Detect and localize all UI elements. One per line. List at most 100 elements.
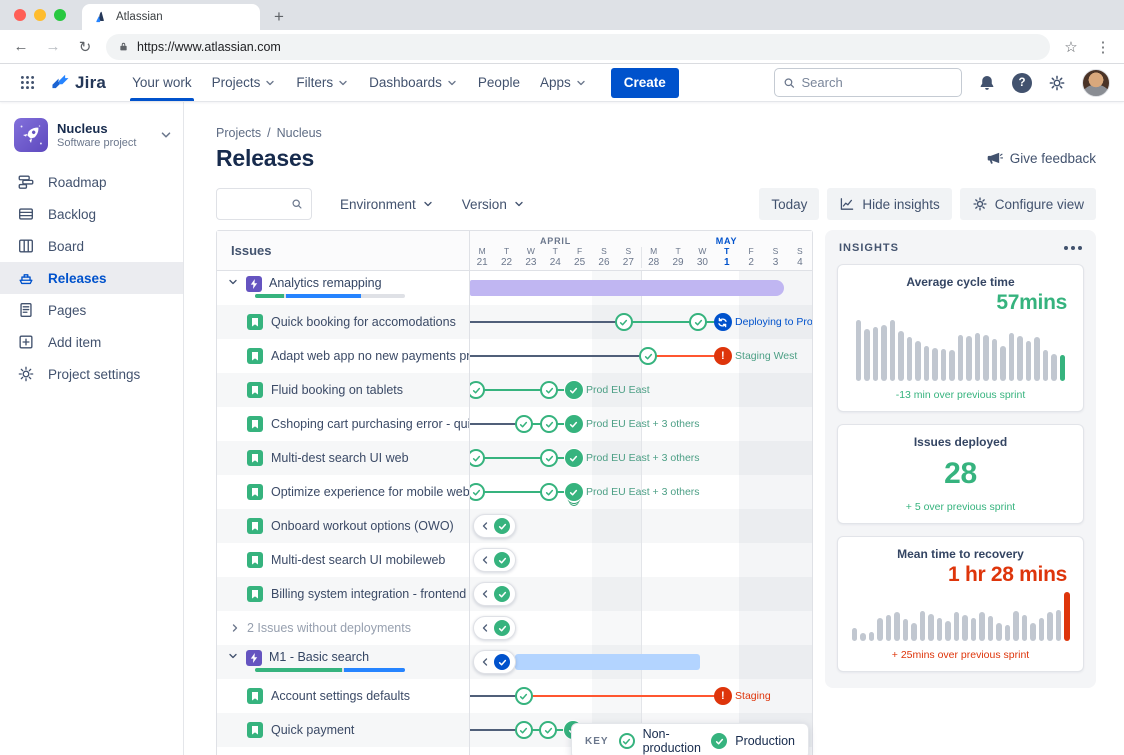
nav-item-people[interactable]: People — [468, 64, 530, 101]
collapsed-deployments-pill[interactable] — [473, 582, 516, 606]
issue-cell[interactable]: 2 Issues without deployments — [217, 611, 469, 645]
configure-view-button[interactable]: Configure view — [960, 188, 1096, 220]
deployment-marker-deploy[interactable] — [714, 313, 732, 331]
window-zoom-button[interactable] — [54, 9, 66, 21]
sidebar-item-roadmap[interactable]: Roadmap — [0, 166, 183, 198]
deployment-marker-alert[interactable]: ! — [714, 687, 732, 705]
deployment-marker-outline[interactable] — [540, 415, 558, 433]
jira-logo[interactable]: Jira — [50, 72, 106, 93]
create-button[interactable]: Create — [611, 68, 679, 98]
timeline-bar[interactable] — [515, 654, 699, 670]
sidebar-item-backlog[interactable]: Backlog — [0, 198, 183, 230]
sidebar-item-board[interactable]: Board — [0, 230, 183, 262]
new-tab-button[interactable]: + — [266, 4, 292, 30]
app-switcher-icon[interactable] — [14, 70, 40, 96]
deployment-marker-filled[interactable] — [565, 415, 583, 433]
nav-item-your-work[interactable]: Your work — [122, 64, 202, 101]
issue-cell[interactable]: Adapt web app no new payments provi — [217, 339, 469, 373]
deployment-marker-outline[interactable] — [539, 721, 557, 739]
deployment-marker-outline[interactable] — [469, 449, 485, 467]
window-close-button[interactable] — [14, 9, 26, 21]
sidebar-item-add-item[interactable]: Add item — [0, 326, 183, 358]
issue-cell[interactable]: Quick payment — [217, 713, 469, 747]
address-bar[interactable]: https://www.atlassian.com — [106, 34, 1050, 60]
breadcrumb-projects[interactable]: Projects — [216, 126, 261, 140]
deployment-marker-filled[interactable] — [565, 381, 583, 399]
breadcrumb-nucleus[interactable]: Nucleus — [277, 126, 322, 140]
issue-row: Cshoping cart purchasing error - quickPr… — [217, 407, 812, 441]
project-header[interactable]: Nucleus Software project — [0, 114, 183, 166]
issue-cell[interactable]: Quick booking for accomodations — [217, 305, 469, 339]
deployment-marker-outline[interactable] — [540, 449, 558, 467]
help-icon[interactable]: ? — [1012, 73, 1032, 93]
window-controls — [14, 0, 66, 30]
hide-insights-button[interactable]: Hide insights — [827, 188, 951, 220]
collapsed-deployments-pill[interactable] — [473, 650, 516, 674]
insight-bar — [949, 350, 955, 381]
issue-cell[interactable]: Billing system integration - frontend — [217, 577, 469, 611]
nav-item-apps[interactable]: Apps — [530, 64, 597, 101]
collapsed-deployments-pill[interactable] — [473, 548, 516, 572]
chevron-down-icon[interactable] — [227, 650, 239, 662]
browser-tab[interactable]: Atlassian — [82, 4, 260, 30]
global-search[interactable] — [774, 68, 962, 97]
day-number: 4 — [788, 257, 812, 269]
deployment-marker-alert[interactable]: ! — [714, 347, 732, 365]
filter-search-input[interactable] — [216, 188, 312, 220]
collapsed-deployments-pill[interactable] — [473, 514, 516, 538]
collapsed-deployments-pill[interactable] — [473, 616, 516, 640]
url-text: https://www.atlassian.com — [137, 40, 281, 54]
user-avatar[interactable] — [1082, 69, 1110, 97]
insights-menu-icon[interactable] — [1064, 246, 1082, 250]
filter-search-field[interactable] — [225, 197, 291, 212]
issue-cell[interactable]: Fast trip search — [217, 747, 469, 755]
issue-cell[interactable]: Account settings defaults — [217, 679, 469, 713]
settings-gear-icon[interactable] — [1048, 74, 1066, 92]
issue-cell[interactable]: Analytics remapping — [217, 271, 469, 305]
issue-cell[interactable]: Optimize experience for mobile web — [217, 475, 469, 509]
shaded-band — [592, 509, 641, 543]
reload-button[interactable]: ↻ — [74, 36, 96, 58]
forward-button[interactable]: → — [42, 36, 64, 58]
timeline-bar[interactable] — [470, 280, 784, 296]
issue-cell[interactable]: Multi-dest search UI web — [217, 441, 469, 475]
global-search-input[interactable] — [801, 75, 953, 90]
chevron-right-icon[interactable] — [229, 622, 241, 634]
deployment-marker-filled[interactable] — [565, 449, 583, 467]
deployment-marker-outline[interactable] — [469, 483, 485, 501]
issue-cell[interactable]: Cshoping cart purchasing error - quick — [217, 407, 469, 441]
browser-menu-icon[interactable]: ⋮ — [1092, 36, 1114, 58]
notifications-bell-icon[interactable] — [978, 74, 996, 92]
issue-cell[interactable]: Multi-dest search UI mobileweb — [217, 543, 469, 577]
deployment-marker-outline[interactable] — [615, 313, 633, 331]
gear-icon — [972, 196, 988, 212]
deployment-marker-stack[interactable] — [565, 483, 583, 501]
version-filter-dropdown[interactable]: Version — [462, 197, 525, 212]
deployment-marker-outline[interactable] — [540, 381, 558, 399]
timeline-cell — [469, 645, 812, 679]
nav-item-filters[interactable]: Filters — [286, 64, 359, 101]
issue-cell[interactable]: M1 - Basic search — [217, 645, 469, 679]
deployment-marker-outline[interactable] — [689, 313, 707, 331]
nav-item-projects[interactable]: Projects — [202, 64, 287, 101]
sidebar-item-pages[interactable]: Pages — [0, 294, 183, 326]
give-feedback-button[interactable]: Give feedback — [986, 150, 1096, 167]
sidebar-item-releases[interactable]: Releases — [0, 262, 183, 294]
environment-filter-dropdown[interactable]: Environment — [340, 197, 434, 212]
issue-cell[interactable]: Fluid booking on tablets — [217, 373, 469, 407]
deployment-marker-outline[interactable] — [469, 381, 485, 399]
deployment-marker-outline[interactable] — [515, 415, 533, 433]
nav-item-dashboards[interactable]: Dashboards — [359, 64, 468, 101]
sidebar-item-project-settings[interactable]: Project settings — [0, 358, 183, 390]
chevron-down-icon[interactable] — [159, 128, 173, 142]
back-button[interactable]: ← — [10, 36, 32, 58]
issue-cell[interactable]: Onboard workout options (OWO) — [217, 509, 469, 543]
deployment-marker-outline[interactable] — [639, 347, 657, 365]
window-minimize-button[interactable] — [34, 9, 46, 21]
today-button[interactable]: Today — [759, 188, 819, 220]
deployment-marker-outline[interactable] — [540, 483, 558, 501]
deployment-marker-outline[interactable] — [515, 687, 533, 705]
bookmark-star-icon[interactable]: ☆ — [1060, 36, 1082, 58]
deployment-marker-outline[interactable] — [515, 721, 533, 739]
chevron-down-icon[interactable] — [227, 276, 239, 288]
